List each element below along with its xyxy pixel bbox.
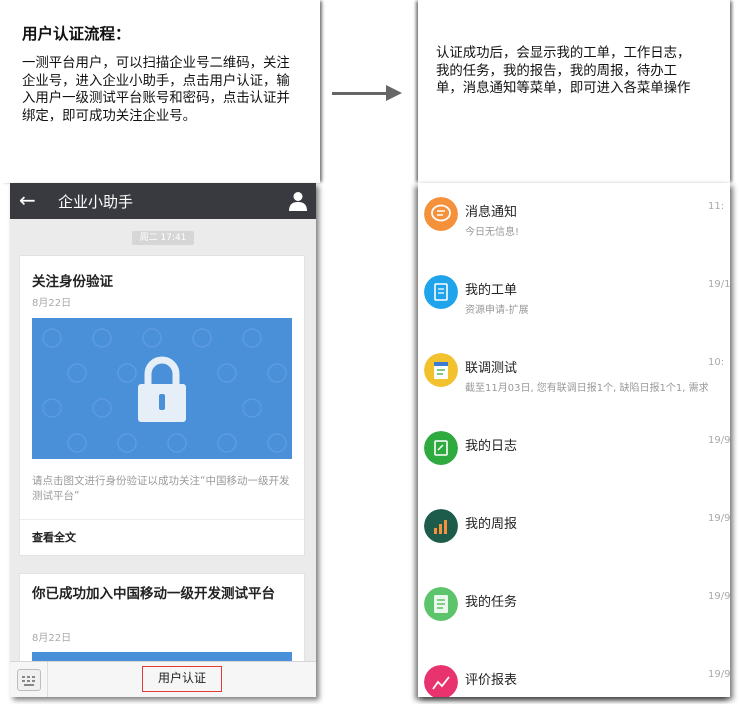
card-title: 关注身份验证 — [32, 274, 113, 290]
wechat-chat-screen: ← 企业小助手 周二 17:41 关注身份验证 8月22日 请点击图文进行身份验… — [10, 183, 316, 697]
flow-arrow-line — [332, 92, 388, 95]
menu-divider — [47, 662, 48, 697]
chat-bubble-icon — [424, 197, 458, 231]
keyboard-icon[interactable] — [17, 669, 41, 691]
chat-bottom-menu: 用户认证 — [10, 661, 316, 697]
list-item-time: 11: — [708, 201, 725, 212]
card-cover-image — [32, 318, 292, 459]
list-item-time: 19/9 — [708, 435, 730, 446]
card-description: 请点击图文进行身份验证以成功关注“中国移动一级开发测试平台” — [32, 475, 290, 502]
menu-list-screen: 消息通知 今日无信息! 11: 我的工单 资源申请-扩展 19/11 联调测试 … — [418, 183, 730, 697]
chat-title: 企业小助手 — [58, 193, 134, 211]
arrow-left-icon[interactable]: ← — [19, 188, 36, 212]
left-panel-title: 用户认证流程： — [22, 24, 131, 43]
auth-message-card[interactable]: 关注身份验证 8月22日 请点击图文进行身份验证以成功关注“中国移动一级开发测试… — [19, 255, 305, 556]
lock-icon — [138, 356, 186, 422]
list-item-title: 我的工单 — [465, 283, 518, 298]
chat-timestamp: 周二 17:41 — [132, 231, 194, 245]
list-item-time: 19/9 — [708, 513, 730, 524]
list-item-subtitle: 今日无信息! — [465, 227, 520, 238]
note-icon — [424, 431, 458, 465]
list-item-title: 我的周报 — [465, 517, 518, 532]
list-item-time: 10: — [708, 357, 725, 368]
list-item-integration-test[interactable]: 联调测试 截至11月03日, 您有联调日报1个, 缺陷日报1个1, 需求 10: — [418, 339, 730, 418]
notepad-icon — [424, 353, 458, 387]
list-item-time: 19/9 — [708, 669, 730, 680]
user-auth-button[interactable]: 用户认证 — [142, 666, 222, 692]
chat-header: ← 企业小助手 — [10, 183, 316, 219]
list-item-evaluation-report[interactable]: 评价报表 19/9 — [418, 651, 730, 697]
list-item-subtitle: 截至11月03日, 您有联调日报1个, 缺陷日报1个1, 需求 — [465, 383, 709, 394]
list-item-time: 19/9 — [708, 591, 730, 602]
document-icon — [424, 275, 458, 309]
trend-chart-icon — [424, 665, 458, 697]
list-item-title: 我的日志 — [465, 439, 518, 454]
person-icon[interactable] — [289, 191, 307, 211]
list-item-weekly-report[interactable]: 我的周报 19/9 — [418, 495, 730, 574]
list-item-title: 消息通知 — [465, 205, 518, 220]
checklist-icon — [424, 587, 458, 621]
list-item-messages[interactable]: 消息通知 今日无信息! 11: — [418, 183, 730, 262]
right-panel-description: 认证成功后，会显示我的工单，工作日志，我的任务，我的报告，我的周报，待办工单，消… — [436, 46, 691, 97]
list-item-my-tasks[interactable]: 我的任务 19/9 — [418, 573, 730, 652]
card-date: 8月22日 — [32, 633, 72, 644]
list-item-title: 联调测试 — [465, 361, 518, 376]
list-item-time: 19/11 — [708, 279, 730, 290]
card-divider — [20, 519, 304, 520]
flow-arrow-icon — [386, 85, 402, 101]
list-item-title: 评价报表 — [465, 673, 518, 688]
list-item-my-log[interactable]: 我的日志 19/9 — [418, 417, 730, 496]
left-panel-description: 一测平台用户，可以扫描企业号二维码，关注企业号，进入企业小助手，点击用户认证，输… — [22, 56, 290, 124]
bar-chart-icon — [424, 509, 458, 543]
card-date: 8月22日 — [32, 298, 72, 309]
card-title: 你已成功加入中国移动一级开发测试平台 — [32, 586, 275, 602]
list-item-work-orders[interactable]: 我的工单 资源申请-扩展 19/11 — [418, 261, 730, 340]
read-more-link[interactable]: 查看全文 — [32, 529, 76, 545]
list-item-subtitle: 资源申请-扩展 — [465, 305, 529, 316]
list-item-title: 我的任务 — [465, 595, 518, 610]
